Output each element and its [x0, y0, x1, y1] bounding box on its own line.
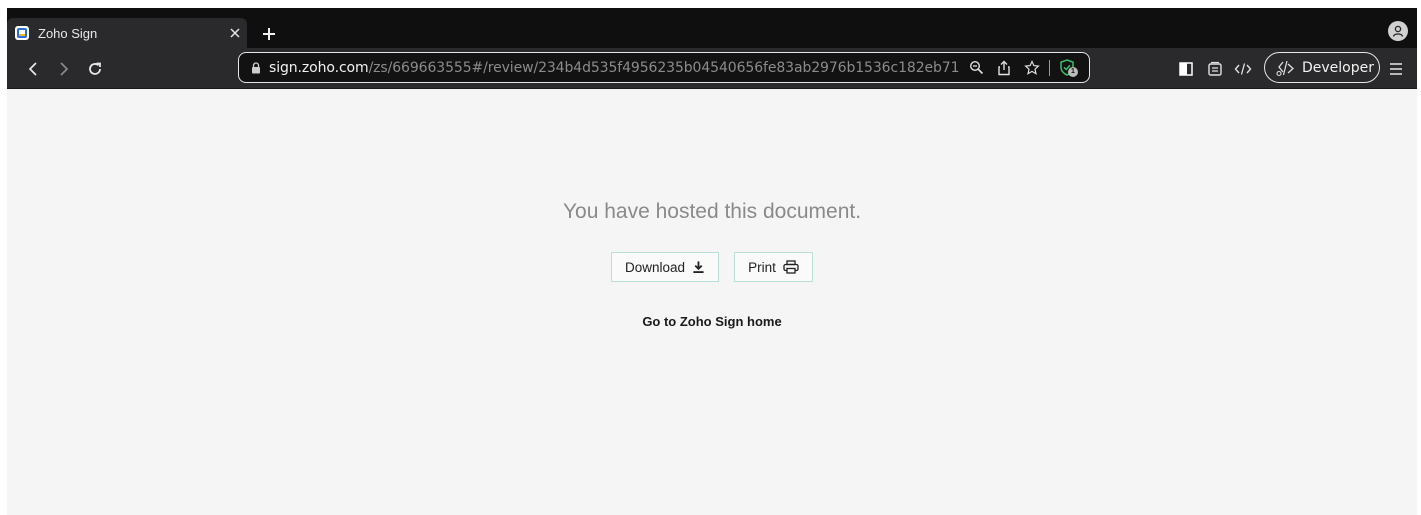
developer-label: Developer	[1302, 59, 1375, 76]
profile-avatar-icon[interactable]	[1388, 21, 1408, 41]
developer-icon	[1274, 59, 1296, 77]
lock-icon	[251, 61, 261, 74]
download-label: Download	[625, 259, 686, 275]
developer-profile-button[interactable]: Developer	[1264, 52, 1380, 83]
page-headline: You have hosted this document.	[562, 200, 862, 223]
zoho-sign-home-link[interactable]: Go to Zoho Sign home	[7, 314, 1417, 329]
tab-strip: Zoho Sign	[7, 8, 1417, 48]
printer-icon	[783, 260, 799, 274]
zoom-icon[interactable]	[965, 57, 987, 79]
download-button[interactable]: Download	[611, 252, 719, 282]
back-button[interactable]	[23, 59, 43, 79]
url-host: sign.zoho.com	[269, 59, 369, 76]
shield-badge: 1	[1068, 66, 1078, 77]
zoho-sign-favicon-icon	[15, 26, 29, 40]
print-label: Print	[748, 259, 776, 275]
tab-title: Zoho Sign	[38, 25, 98, 41]
print-button[interactable]: Print	[734, 252, 813, 282]
forward-button[interactable]	[54, 59, 74, 79]
browser-window: Zoho Sign sign.zoho.com/zs/669663555#/re…	[7, 8, 1417, 515]
tab-close-icon[interactable]	[227, 25, 243, 41]
address-bar[interactable]: sign.zoho.com/zs/669663555#/review/234b4…	[238, 52, 1090, 83]
chevron-left-icon	[28, 62, 37, 76]
code-icon[interactable]	[1233, 59, 1253, 79]
url-text[interactable]: sign.zoho.com/zs/669663555#/review/234b4…	[269, 60, 959, 76]
chevron-right-icon	[60, 62, 69, 76]
download-icon	[693, 261, 704, 274]
browser-toolbar: sign.zoho.com/zs/669663555#/review/234b4…	[7, 48, 1417, 89]
sidebar-toggle-icon[interactable]	[1176, 59, 1196, 79]
hamburger-menu-icon	[1390, 63, 1402, 75]
share-icon[interactable]	[993, 57, 1015, 79]
address-separator	[1049, 59, 1050, 76]
reload-icon	[89, 62, 101, 75]
shield-extension-icon[interactable]: 1	[1056, 58, 1078, 78]
bookmark-star-icon[interactable]	[1021, 57, 1043, 79]
new-tab-button[interactable]	[258, 23, 280, 45]
wallet-icon[interactable]	[1205, 59, 1225, 79]
menu-button[interactable]	[1385, 58, 1407, 80]
plus-icon	[263, 28, 275, 40]
reload-button[interactable]	[85, 59, 105, 79]
action-buttons: Download Print	[7, 252, 1417, 282]
page-content: You have hosted this document. Download …	[7, 90, 1417, 515]
tab-zoho-sign[interactable]: Zoho Sign	[7, 18, 247, 48]
url-path: /zs/669663555#/review/234b4d535f4956235b…	[368, 59, 959, 76]
